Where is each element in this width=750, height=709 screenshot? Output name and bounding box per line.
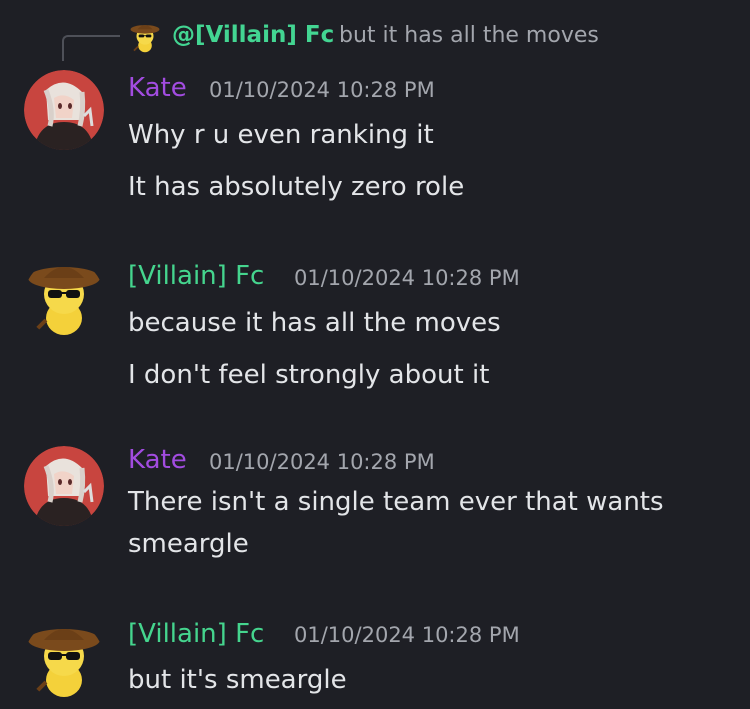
reply-reference[interactable]: @[Villain] Fc but it has all the moves <box>0 14 750 61</box>
kate-avatar-icon[interactable] <box>24 446 104 526</box>
timestamp: 01/10/2024 10:28 PM <box>209 78 435 102</box>
message-text: Why r u even ranking it <box>128 120 434 150</box>
timestamp: 01/10/2024 10:28 PM <box>294 266 520 290</box>
message-text: It has absolutely zero role <box>128 172 465 202</box>
message-text: smeargle <box>128 529 249 559</box>
username[interactable]: [Villain] Fc <box>128 261 264 291</box>
message-text: but it's smeargle <box>128 665 347 695</box>
username[interactable]: Kate <box>128 73 187 103</box>
reply-text[interactable]: but it has all the moves <box>339 23 599 48</box>
reply-avatar-icon[interactable] <box>128 20 162 54</box>
fc-avatar-icon[interactable] <box>24 258 104 338</box>
username[interactable]: [Villain] Fc <box>128 619 264 649</box>
username[interactable]: Kate <box>128 445 187 475</box>
reply-spine <box>62 35 120 61</box>
message-text: because it has all the moves <box>128 308 501 338</box>
fc-avatar-icon[interactable] <box>24 620 104 700</box>
kate-avatar-icon[interactable] <box>24 70 104 150</box>
message-text: There isn't a single team ever that want… <box>128 487 664 517</box>
timestamp: 01/10/2024 10:28 PM <box>209 450 435 474</box>
message-text: I don't feel strongly about it <box>128 360 490 390</box>
timestamp: 01/10/2024 10:28 PM <box>294 623 520 647</box>
reply-author[interactable]: @[Villain] Fc <box>172 22 334 48</box>
